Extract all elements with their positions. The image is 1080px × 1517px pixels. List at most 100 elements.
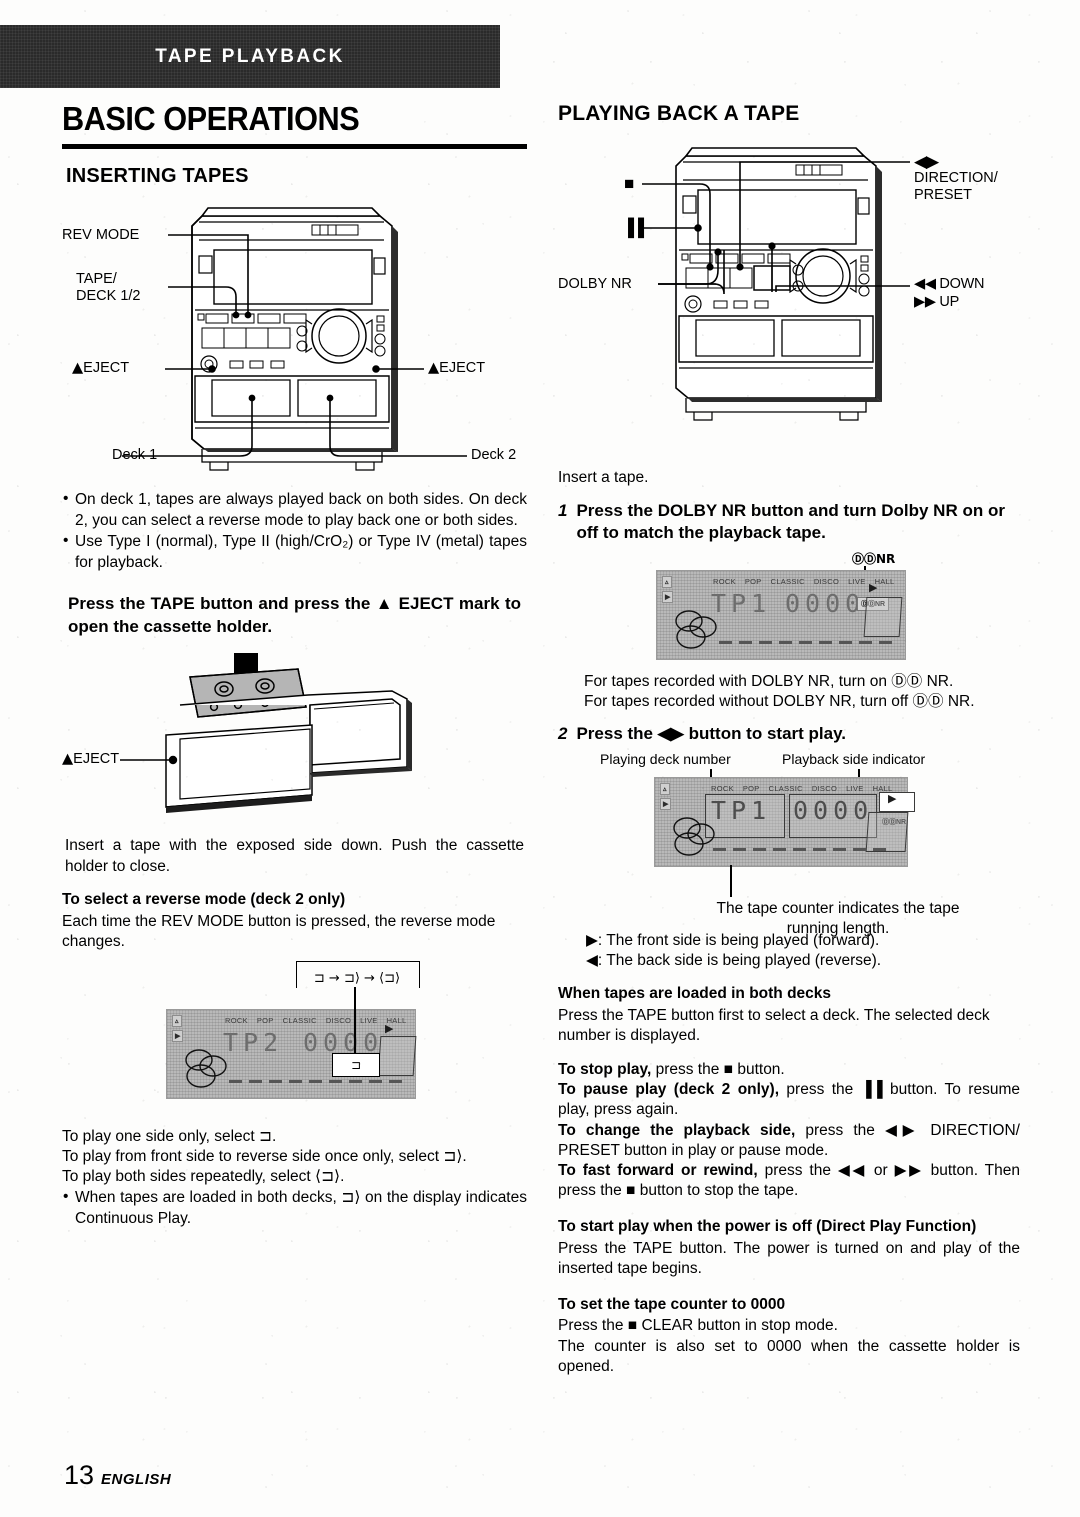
left-column: BASIC OPERATIONS INSERTING TAPES REV MOD… xyxy=(62,100,527,1231)
insert-tape-text: Insert a tape with the exposed side down… xyxy=(65,836,524,875)
lcd-genre: DISCO xyxy=(811,784,838,794)
mode-line-2: To play from front side to reverse side … xyxy=(62,1148,467,1165)
lcd-disc-rings-icon xyxy=(673,817,715,856)
lcd-badge-dolby-top: ▵ xyxy=(660,783,670,796)
lcd-side-indicator-icon: ▶ xyxy=(385,1022,394,1035)
stereo-unit-diagram-inserting: REV MODE TAPE/ DECK 1/2 ▲EJECT ▲EJECT De… xyxy=(62,194,527,484)
reverse-mode-cycle-sequence: ⊐ → ⊐⟩ → ⟨⊐⟩ xyxy=(298,970,416,986)
direct-play-text: Press the TAPE button. The power is turn… xyxy=(558,1239,1020,1277)
step-2-number: 2 xyxy=(558,724,568,744)
lcd-genre-row: ROCK POP CLASSIC DISCO LIVE HALL xyxy=(225,1016,407,1025)
page-language: ENGLISH xyxy=(101,1471,172,1488)
direct-play-heading: To start play when the power is off (Dir… xyxy=(558,1218,977,1236)
callout-eject-left: ▲EJECT xyxy=(72,360,130,376)
both-decks-text: Press the TAPE button first to select a … xyxy=(558,1006,990,1045)
lcd-level-meter xyxy=(229,1079,402,1083)
op-pause-bold: To pause play (deck 2 only), xyxy=(558,1081,780,1099)
counter-reset-text-2: The counter is also set to 0000 when the… xyxy=(558,1337,1020,1375)
both-decks-heading: When tapes are loaded in both decks xyxy=(558,985,832,1003)
cycle-leader-line xyxy=(354,986,356,1057)
lcd-badge-dolby-bottom: ▶ xyxy=(662,590,674,603)
op-change-side: To change the playback side, press the ◀… xyxy=(558,1121,1020,1161)
continuous-play-bullet-list: When tapes are loaded in both decks, ⊐⟩ … xyxy=(62,1187,527,1229)
callout-down: ◀◀ DOWN xyxy=(914,276,985,292)
title-rule xyxy=(62,144,527,149)
lcd-level-box xyxy=(377,1035,417,1076)
lcd-side-indicator-icon: ▶ xyxy=(869,581,878,594)
lcd-tape-counter: 0000 xyxy=(793,796,874,826)
lcd-dolby-figure: ⒹⒹNR ▵ ▶ ROCK POP CLASSIC DISCO LIVE HAL… xyxy=(558,550,1020,670)
side-note-reverse: ◀: The back side is being played (revers… xyxy=(586,952,882,970)
lcd-genre: ROCK xyxy=(711,784,734,794)
label-playback-side-indicator: Playback side indicator xyxy=(782,751,926,768)
section-title-playing-back: PLAYING BACK A TAPE xyxy=(558,102,800,125)
list-item: On deck 1, tapes are always played back … xyxy=(62,489,527,531)
dolby-note-1: For tapes recorded with DOLBY NR, turn o… xyxy=(584,672,954,690)
eject-icon-left: ▲ xyxy=(72,360,84,376)
right-column: PLAYING BACK A TAPE ■ ▐▐ DOLBY NR ◀▶ DIR… xyxy=(558,100,1020,1377)
callout-rev-mode: REV MODE xyxy=(62,227,140,243)
op-stop-bold: To stop play, xyxy=(558,1061,652,1079)
list-item: When tapes are loaded in both decks, ⊐⟩ … xyxy=(62,1187,527,1229)
lcd-badge-dolby-bottom: ▶ xyxy=(660,798,672,811)
lcd-level-meter xyxy=(713,848,886,852)
callout-stop-icon: ■ xyxy=(624,174,635,193)
callout-deck-2: Deck 2 xyxy=(471,447,517,463)
counter-reset-heading: To set the tape counter to 0000 xyxy=(558,1295,786,1313)
lcd-badge-dolby-top: ▵ xyxy=(662,575,672,588)
eject-icon-right: ▲ xyxy=(428,360,440,376)
section-title-inserting-tapes: INSERTING TAPES xyxy=(66,165,249,187)
lcd-level-meter xyxy=(719,640,892,644)
stereo-unit-diagram-playback: ■ ▐▐ DOLBY NR ◀▶ DIRECTION/ PRESET ◀◀ DO… xyxy=(558,140,1020,470)
step-1-text: Press the DOLBY NR button and turn Dolby… xyxy=(576,500,1005,542)
lcd-genre-row: ROCK POP CLASSIC DISCO LIVE HALL xyxy=(713,577,895,586)
page-number: 13 xyxy=(64,1460,95,1490)
callout-eject-right: ▲EJECT xyxy=(428,360,486,376)
lcd-disc-rings-icon xyxy=(675,610,717,649)
counter-caption-leader xyxy=(730,865,732,898)
counter-reset-text-1: Press the ■ CLEAR button in stop mode. xyxy=(558,1317,838,1335)
callout-tape-deck: TAPE/ DECK 1/2 xyxy=(76,271,141,305)
callout-up: ▶▶ UP xyxy=(914,294,959,310)
lcd-playback-figure: Playing deck number Playback side indica… xyxy=(558,751,1020,937)
lcd-genre: LIVE xyxy=(846,784,864,794)
page-title: BASIC OPERATIONS xyxy=(62,100,360,137)
insert-a-tape-line: Insert a tape. xyxy=(558,469,649,486)
eject-icon-cassette: ▲ xyxy=(62,750,74,767)
lcd-genre: LIVE xyxy=(848,576,866,586)
lcd-genre: DISCO xyxy=(813,576,840,586)
callout-eject-cassette: ▲EJECT xyxy=(62,750,120,767)
banner-label: TAPE PLAYBACK xyxy=(155,45,345,67)
lcd-genre: DISCO xyxy=(325,1015,352,1025)
op-change-side-bold: To change the playback side, xyxy=(558,1121,796,1139)
inserting-tapes-bullets: On deck 1, tapes are always played back … xyxy=(62,489,527,573)
lcd-genre: ROCK xyxy=(713,576,736,586)
lcd-dolby-callout-label: ⒹⒹNR xyxy=(852,551,896,566)
lcd-reverse-mode-figure: ▵ ▶ ROCK POP CLASSIC DISCO LIVE HALL TP2… xyxy=(62,957,527,1125)
dolby-note-2: For tapes recorded without DOLBY NR, tur… xyxy=(584,692,975,710)
lcd-genre-row: ROCK POP CLASSIC DISCO LIVE HALL xyxy=(711,784,893,793)
callout-dolby-nr: DOLBY NR xyxy=(558,276,632,292)
lcd-disc-rings-icon xyxy=(185,1049,227,1088)
op-fast-forward: To fast forward or rewind, press the ◀◀ … xyxy=(558,1161,1020,1201)
lcd-display-playback: ▵ ▶ ROCK POP CLASSIC DISCO LIVE HALL TP1… xyxy=(654,777,915,868)
lcd-level-box xyxy=(865,812,909,853)
label-playing-deck-number: Playing deck number xyxy=(600,751,731,768)
op-fast-forward-bold: To fast forward or rewind, xyxy=(558,1161,758,1179)
lcd-genre: CLASSIC xyxy=(770,576,805,586)
cassette-holder-diagram: ▲EJECT xyxy=(62,647,527,827)
press-tape-heading: Press the TAPE button and press the ▲ EJ… xyxy=(68,594,521,637)
mode-line-1: To play one side only, select ⊐. xyxy=(62,1127,277,1145)
lcd-genre: POP xyxy=(744,576,762,586)
lcd-genre: CLASSIC xyxy=(282,1015,317,1025)
lcd-badge-dolby-top: ▵ xyxy=(172,1014,182,1027)
callout-deck-1: Deck 1 xyxy=(112,447,158,463)
mode-line-3: To play both sides repeatedly, select ⟨⊐… xyxy=(62,1168,345,1186)
lcd-genre: HALL xyxy=(874,576,895,586)
lcd-genre: ROCK xyxy=(225,1015,248,1025)
lcd-mode-tag: ⊐ xyxy=(332,1052,380,1077)
operations-list: To stop play, press the ■ button. To pau… xyxy=(558,1060,1020,1201)
op-stop-rest: press the ■ button. xyxy=(651,1061,785,1079)
callout-pause-icon: ▐▐ xyxy=(622,218,644,237)
step-1: 1 Press the DOLBY NR button and turn Dol… xyxy=(558,500,1020,544)
